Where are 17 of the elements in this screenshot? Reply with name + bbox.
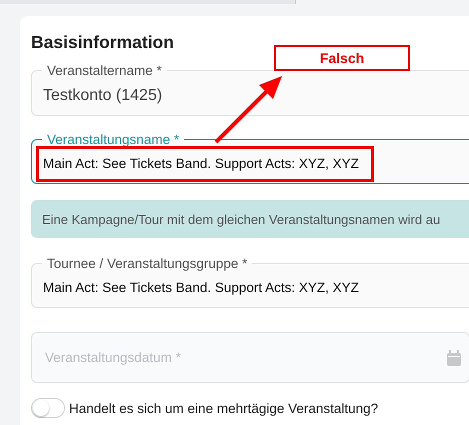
section-title: Basisinformation	[31, 32, 175, 53]
toggle-label: Handelt es sich um eine mehrtägige Veranstaltung?	[69, 400, 378, 416]
field-value: Main Act: See Tickets Band. Support Acts: XYZ, XYZ	[43, 156, 359, 172]
field-value: Testkonto (1425)	[43, 86, 162, 105]
arrow-icon	[213, 73, 285, 145]
info-text: Eine Kampagne/Tour mit dem gleichen Veranstaltungsnamen wird au	[42, 212, 440, 226]
field-label: Veranstaltername *	[46, 63, 163, 78]
input-field[interactable]: Veranstaltername * Testkonto (1425)	[31, 63, 469, 116]
field-label: Veranstaltungsname *	[46, 132, 180, 147]
field-placeholder: Veranstaltungsdatum *	[45, 350, 181, 365]
annotation-label: Falsch	[274, 45, 410, 71]
input-field[interactable]: Veranstaltungsname * Main Act: See Tickets Band. Support Acts: XYZ, XYZ	[31, 132, 469, 184]
field-label: Tournee / Veranstaltungsgruppe *	[46, 256, 248, 271]
field-value: Main Act: See Tickets Band. Support Acts: XYZ, XYZ	[43, 280, 359, 296]
toggle-switch[interactable]	[31, 398, 65, 418]
input-field[interactable]: Tournee / Veranstaltungsgruppe * Main Act: See Tickets Band. Support Acts: XYZ, XYZ	[31, 256, 469, 308]
calendar-icon[interactable]	[447, 350, 461, 366]
